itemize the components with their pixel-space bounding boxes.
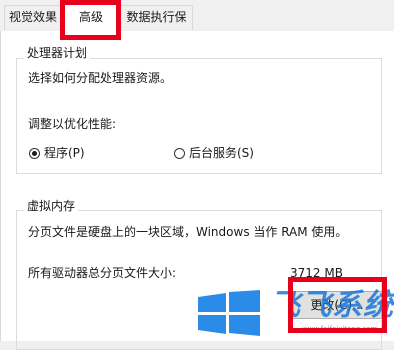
total-paging-file-label: 所有驱动器总分页文件大小:: [28, 266, 177, 280]
windows-logo-icon: [198, 290, 260, 336]
tab-data-execution-prevention[interactable]: 数据执行保护: [120, 5, 193, 47]
tab-advanced[interactable]: 高级: [61, 2, 121, 32]
adjust-performance-label: 调整以优化性能:: [28, 117, 117, 131]
watermark-text: 飞飞系统: [270, 288, 394, 323]
radio-programs[interactable]: 程序(P): [29, 146, 85, 160]
tab-visual-effects[interactable]: 视觉效果: [4, 5, 62, 30]
total-paging-file-size: 3712 MB: [290, 266, 343, 280]
watermark-url: www.feifeixitong.com: [302, 325, 378, 333]
radio-checked-icon: [29, 147, 40, 159]
tab-strip: 视觉效果 高级 数据执行保护: [0, 0, 394, 47]
processor-scheduling-title: 处理器计划: [24, 46, 91, 60]
virtual-memory-title: 虚拟内存: [24, 199, 79, 213]
radio-background-services-label: 后台服务(S): [189, 146, 254, 160]
radio-unchecked-icon: [174, 147, 185, 159]
radio-background-services[interactable]: 后台服务(S): [174, 146, 254, 160]
radio-programs-label: 程序(P): [44, 146, 85, 160]
processor-description: 选择如何分配处理器资源。: [28, 71, 173, 85]
paging-file-description: 分页文件是硬盘上的一块区域，Windows 当作 RAM 使用。: [28, 225, 348, 239]
